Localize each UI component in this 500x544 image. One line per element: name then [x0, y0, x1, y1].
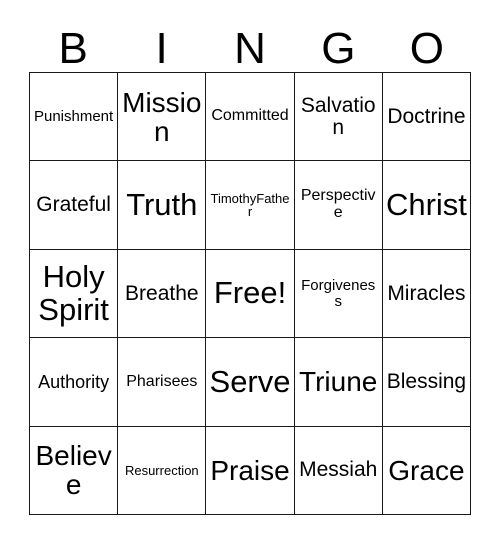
bingo-cell[interactable]: Committed [206, 73, 295, 162]
bingo-cell[interactable]: Christ [382, 161, 472, 250]
bingo-header-row: B I N G O [29, 14, 471, 72]
bingo-cell-label: Breathe [125, 281, 199, 305]
bingo-cell[interactable]: Holy Spirit [30, 249, 119, 339]
header-letter-g: G [321, 24, 356, 73]
bingo-cell-label: Blessing [386, 370, 467, 393]
bingo-cell-label: Messiah [299, 458, 378, 482]
bingo-cell-label: TimothyFather [210, 190, 290, 220]
bingo-grid: Punishment Mission Committed Salvation D… [29, 72, 472, 516]
bingo-cell-label: Grace [388, 454, 465, 486]
bingo-cell[interactable]: Grace [382, 426, 472, 516]
bingo-cell-label: Truth [126, 186, 198, 222]
bingo-cell-label: Serve [209, 363, 291, 399]
bingo-cell-label: Believe [35, 440, 112, 501]
bingo-cell-label: Punishment [33, 107, 114, 125]
bingo-row: Holy Spirit Breathe Free! Forgiveness Mi… [30, 249, 472, 339]
bingo-row: Believe Resurrection Praise Messiah Grac… [30, 426, 472, 516]
bingo-cell-label: Pharisees [126, 372, 198, 390]
bingo-cell-label: Mission [122, 86, 202, 147]
bingo-cell-label: Doctrine [387, 104, 466, 128]
bingo-cell-label: Praise [210, 454, 290, 486]
bingo-cell[interactable]: Serve [206, 338, 295, 427]
bingo-cell[interactable]: Miracles [382, 249, 472, 339]
bingo-card: B I N G O Punishment Mission Committed S… [0, 0, 500, 544]
bingo-cell[interactable]: Punishment [30, 73, 119, 162]
bingo-cell[interactable]: Salvation [294, 73, 383, 162]
bingo-cell[interactable]: Triune [294, 338, 383, 427]
bingo-free-space[interactable]: Free! [206, 249, 295, 339]
bingo-cell[interactable]: Truth [118, 161, 207, 250]
bingo-cell[interactable]: Authority [30, 338, 119, 427]
header-letter-i: I [155, 24, 168, 73]
bingo-row: Authority Pharisees Serve Triune Blessin… [30, 338, 472, 427]
bingo-cell-label: Grateful [36, 193, 111, 217]
bingo-cell-label: Resurrection [124, 462, 199, 478]
bingo-cell[interactable]: Mission [118, 73, 207, 162]
bingo-cell[interactable]: Messiah [294, 426, 383, 516]
bingo-cell-label: Salvation [300, 93, 376, 139]
bingo-cell[interactable]: Breathe [118, 249, 207, 339]
bingo-cell[interactable]: Grateful [30, 161, 119, 250]
header-letter-n: N [234, 24, 266, 73]
bingo-cell-label: Triune [299, 366, 378, 398]
bingo-cell-label: Holy Spirit [38, 259, 109, 327]
bingo-cell[interactable]: Forgiveness [294, 249, 383, 339]
bingo-cell[interactable]: TimothyFather [206, 161, 295, 250]
bingo-cell[interactable]: Pharisees [118, 338, 207, 427]
bingo-cell[interactable]: Blessing [382, 338, 472, 427]
bingo-cell[interactable]: Doctrine [382, 73, 472, 162]
bingo-cell-label: Forgiveness [301, 276, 376, 310]
bingo-cell-label: Authority [38, 371, 110, 392]
bingo-cell-label: Miracles [387, 281, 466, 305]
header-letter-b: B [58, 24, 88, 73]
bingo-cell[interactable]: Believe [30, 426, 119, 516]
bingo-cell[interactable]: Praise [206, 426, 295, 516]
bingo-row: Punishment Mission Committed Salvation D… [30, 73, 472, 162]
bingo-free-space-label: Free! [213, 275, 287, 311]
bingo-cell-label: Perspective [300, 187, 376, 222]
bingo-row: Grateful Truth TimothyFather Perspective… [30, 161, 472, 250]
bingo-cell[interactable]: Resurrection [118, 426, 207, 516]
header-letter-o: O [409, 24, 444, 73]
bingo-cell-label: Christ [385, 186, 467, 222]
bingo-cell[interactable]: Perspective [294, 161, 383, 250]
bingo-cell-label: Committed [211, 107, 289, 125]
